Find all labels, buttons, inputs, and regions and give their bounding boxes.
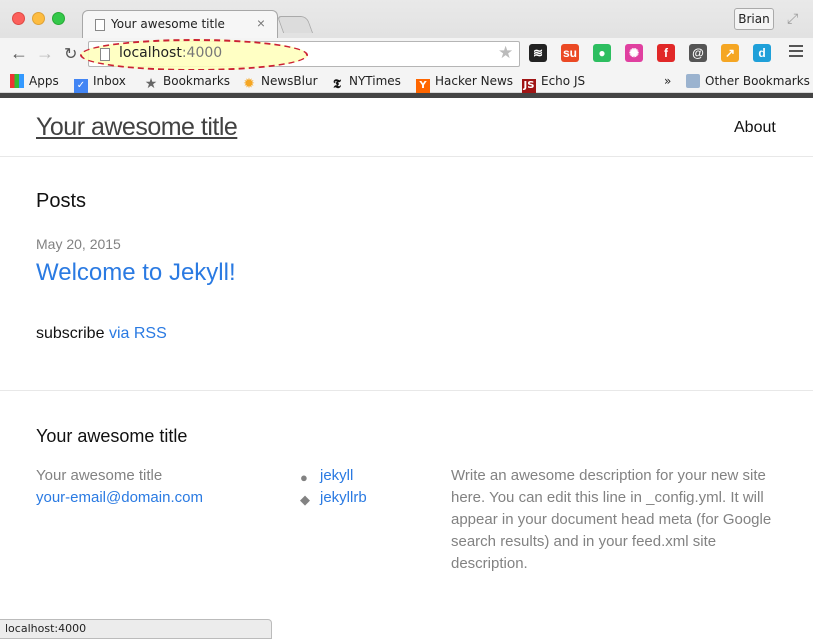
bookmark-bookmarks[interactable]: ★ Bookmarks <box>144 74 230 91</box>
inbox-icon: ✓ <box>74 79 88 93</box>
page-icon <box>100 48 110 61</box>
star-icon: ★ <box>144 76 158 92</box>
github-icon: ● <box>300 470 308 485</box>
rss-link[interactable]: via RSS <box>109 325 167 342</box>
d-icon[interactable]: d <box>753 44 771 62</box>
at-icon[interactable]: @ <box>689 44 707 62</box>
url-host: localhost <box>119 45 182 61</box>
tab-close-icon[interactable]: × <box>257 15 265 31</box>
nav-about-link[interactable]: About <box>734 119 776 137</box>
site-title-link[interactable]: Your awesome title <box>36 113 238 142</box>
footer-description: Write an awesome description for your ne… <box>451 467 772 572</box>
apps-grid-icon <box>10 74 24 88</box>
folder-icon <box>686 74 700 88</box>
url-text[interactable]: localhost:4000 <box>119 45 222 61</box>
post-title-link[interactable]: Welcome to Jekyll! <box>36 259 236 287</box>
menu-icon[interactable] <box>789 45 803 60</box>
buffer-icon[interactable]: ≋ <box>529 44 547 62</box>
bookmark-label: Apps <box>29 74 59 88</box>
bookmark-label: NewsBlur <box>261 74 318 88</box>
tab-title: Your awesome title <box>111 17 225 31</box>
bookmark-newsblur[interactable]: ✹ NewsBlur <box>242 74 318 92</box>
minimize-window-button[interactable] <box>32 12 45 25</box>
footer-github: ● jekyll <box>300 465 353 487</box>
page-content: Your awesome title About Posts May 20, 2… <box>0 98 813 639</box>
subscribe-text: subscribe via RSS <box>36 325 167 343</box>
footer-site-name: Your awesome title <box>36 467 163 484</box>
profile-button[interactable]: Brian <box>734 8 774 30</box>
nytimes-icon: 𝕿 <box>333 77 341 92</box>
bookmark-hackernews[interactable]: Y Hacker News <box>416 74 513 93</box>
title-bar: Your awesome title × Brian ⤢ <box>0 0 813 38</box>
site-footer: Your awesome title Your awesome title yo… <box>0 390 813 639</box>
browser-chrome: Your awesome title × Brian ⤢ ← → ↻ local… <box>0 0 813 98</box>
bookmark-label: NYTimes <box>349 74 401 88</box>
github-link[interactable]: jekyll <box>320 467 353 484</box>
twitter-link[interactable]: jekyllrb <box>320 489 367 506</box>
echojs-icon: JS <box>522 79 536 93</box>
back-arrow-icon[interactable]: ← <box>10 43 28 64</box>
evernote-icon[interactable]: ● <box>593 44 611 62</box>
stumbleupon-icon[interactable]: su <box>561 44 579 62</box>
tab-active[interactable]: Your awesome title × <box>82 10 278 38</box>
subscribe-prefix: subscribe <box>36 325 105 342</box>
hackernews-icon: Y <box>416 79 430 93</box>
footer-twitter: ◆ jekyllrb <box>300 487 367 509</box>
close-window-button[interactable] <box>12 12 25 25</box>
url-port: :4000 <box>181 45 223 61</box>
page-icon <box>95 19 105 31</box>
bookmark-label: Echo JS <box>541 74 586 88</box>
colorpicker-icon[interactable]: ✺ <box>625 44 643 62</box>
toolbar: ← → ↻ localhost:4000 ★ ≋ su ● ✺ f @ ↗ d <box>0 38 813 71</box>
forward-arrow-icon[interactable]: → <box>36 43 54 64</box>
post-date: May 20, 2015 <box>36 236 121 252</box>
flipboard-icon[interactable]: f <box>657 44 675 62</box>
analytics-icon[interactable]: ↗ <box>721 44 739 62</box>
twitter-icon: ◆ <box>300 492 310 507</box>
status-bar-url: localhost:4000 <box>0 619 272 639</box>
footer-heading: Your awesome title <box>36 426 188 446</box>
bookmark-label: Other Bookmarks <box>705 74 810 88</box>
bookmarks-overflow-button[interactable]: » <box>664 74 671 88</box>
newsblur-icon: ✹ <box>243 76 255 92</box>
footer-email-link[interactable]: your-email@domain.com <box>36 487 203 509</box>
bookmark-star-icon[interactable]: ★ <box>498 43 513 63</box>
posts-heading: Posts <box>36 190 87 212</box>
bookmark-other[interactable]: Other Bookmarks <box>686 74 810 88</box>
bookmark-inbox[interactable]: ✓ Inbox <box>74 74 126 93</box>
bookmark-echojs[interactable]: JS Echo JS <box>522 74 585 93</box>
bookmark-label: Bookmarks <box>163 74 231 88</box>
maximize-window-button[interactable] <box>52 12 65 25</box>
site-header: Your awesome title About <box>0 98 813 157</box>
new-tab-button[interactable] <box>276 16 314 33</box>
bookmark-label: Inbox <box>93 74 126 88</box>
bookmark-nytimes[interactable]: 𝕿 NYTimes <box>330 74 401 92</box>
bookmark-apps[interactable]: Apps <box>10 74 59 88</box>
fullscreen-icon[interactable]: ⤢ <box>787 10 798 27</box>
reload-icon[interactable]: ↻ <box>64 44 77 64</box>
bookmark-label: Hacker News <box>435 74 514 88</box>
bookmarks-bar: Apps ✓ Inbox ★ Bookmarks ✹ NewsBlur 𝕿 NYTime… <box>0 70 813 93</box>
